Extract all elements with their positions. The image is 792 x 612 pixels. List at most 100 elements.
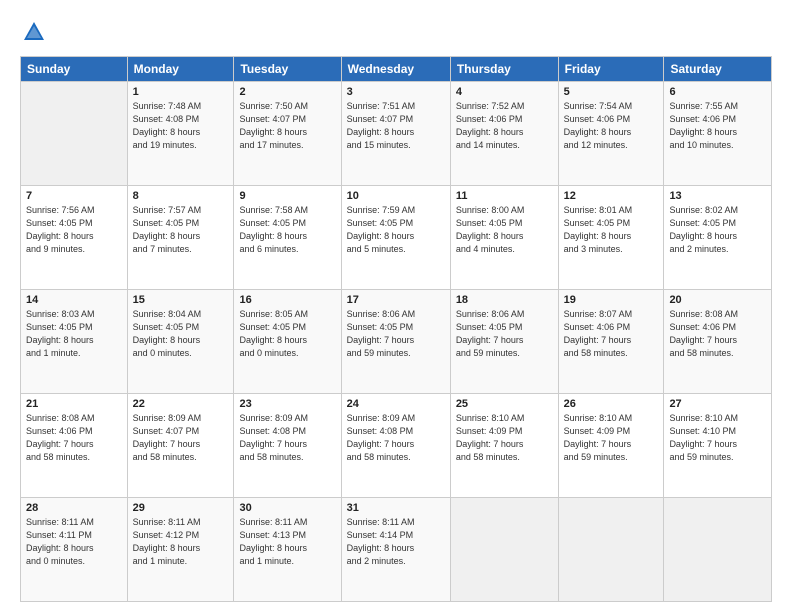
day-info: Sunrise: 7:51 AM Sunset: 4:07 PM Dayligh… <box>347 100 445 152</box>
day-info: Sunrise: 7:54 AM Sunset: 4:06 PM Dayligh… <box>564 100 659 152</box>
calendar-cell: 28Sunrise: 8:11 AM Sunset: 4:11 PM Dayli… <box>21 498 128 602</box>
col-header-sunday: Sunday <box>21 57 128 82</box>
calendar-table: SundayMondayTuesdayWednesdayThursdayFrid… <box>20 56 772 602</box>
calendar-cell <box>450 498 558 602</box>
day-info: Sunrise: 8:08 AM Sunset: 4:06 PM Dayligh… <box>26 412 122 464</box>
day-number: 6 <box>669 86 766 98</box>
day-number: 25 <box>456 398 553 410</box>
col-header-wednesday: Wednesday <box>341 57 450 82</box>
calendar-cell: 15 Sunrise: 8:04 AM Sunset: 4:05 PM Dayli… <box>127 290 234 394</box>
day-info: Sunrise: 8:09 AM Sunset: 4:07 PM Dayligh… <box>133 412 229 464</box>
calendar-cell: 21 Sunrise: 8:08 AM Sunset: 4:06 PM Dayli… <box>21 394 128 498</box>
calendar-cell: 14 Sunrise: 8:03 AM Sunset: 4:05 PM Dayli… <box>21 290 128 394</box>
calendar-cell: 27 Sunrise: 8:10 AM Sunset: 4:10 PM Dayli… <box>664 394 772 498</box>
day-number: 4 <box>456 86 553 98</box>
day-number: 12 <box>564 190 659 202</box>
day-info: Sunrise: 7:50 AM Sunset: 4:07 PM Dayligh… <box>239 100 335 152</box>
day-number: 23 <box>239 398 335 410</box>
calendar-header-row: SundayMondayTuesdayWednesdayThursdayFrid… <box>21 57 772 82</box>
calendar-cell: 4 Sunrise: 7:52 AM Sunset: 4:06 PM Daylig… <box>450 82 558 186</box>
calendar-cell: 2 Sunrise: 7:50 AM Sunset: 4:07 PM Daylig… <box>234 82 341 186</box>
day-info: Sunrise: 7:57 AM Sunset: 4:05 PM Dayligh… <box>133 204 229 256</box>
day-info: Sunrise: 8:08 AM Sunset: 4:06 PM Dayligh… <box>669 308 766 360</box>
calendar-cell: 9Sunrise: 7:58 AM Sunset: 4:05 PM Daylig… <box>234 186 341 290</box>
logo-icon <box>20 18 48 46</box>
calendar-week-1: 1 Sunrise: 7:48 AM Sunset: 4:08 PM Daylig… <box>21 82 772 186</box>
day-number: 21 <box>26 398 122 410</box>
calendar-cell: 5 Sunrise: 7:54 AM Sunset: 4:06 PM Daylig… <box>558 82 664 186</box>
calendar-cell: 17 Sunrise: 8:06 AM Sunset: 4:05 PM Dayli… <box>341 290 450 394</box>
calendar-week-3: 14 Sunrise: 8:03 AM Sunset: 4:05 PM Dayli… <box>21 290 772 394</box>
calendar-cell: 22 Sunrise: 8:09 AM Sunset: 4:07 PM Dayli… <box>127 394 234 498</box>
calendar-cell: 25 Sunrise: 8:10 AM Sunset: 4:09 PM Dayli… <box>450 394 558 498</box>
day-info: Sunrise: 7:59 AM Sunset: 4:05 PM Dayligh… <box>347 204 445 256</box>
day-number: 17 <box>347 294 445 306</box>
col-header-tuesday: Tuesday <box>234 57 341 82</box>
day-number: 1 <box>133 86 229 98</box>
calendar-week-2: 7Sunrise: 7:56 AM Sunset: 4:05 PM Daylig… <box>21 186 772 290</box>
day-info: Sunrise: 8:09 AM Sunset: 4:08 PM Dayligh… <box>239 412 335 464</box>
day-number: 30 <box>239 502 335 514</box>
day-info: Sunrise: 7:55 AM Sunset: 4:06 PM Dayligh… <box>669 100 766 152</box>
day-info: Sunrise: 8:09 AM Sunset: 4:08 PM Dayligh… <box>347 412 445 464</box>
calendar-cell <box>558 498 664 602</box>
day-number: 20 <box>669 294 766 306</box>
calendar-week-5: 28Sunrise: 8:11 AM Sunset: 4:11 PM Dayli… <box>21 498 772 602</box>
day-info: Sunrise: 8:10 AM Sunset: 4:10 PM Dayligh… <box>669 412 766 464</box>
col-header-friday: Friday <box>558 57 664 82</box>
calendar-cell <box>664 498 772 602</box>
logo <box>20 18 52 46</box>
day-number: 29 <box>133 502 229 514</box>
calendar-cell: 11Sunrise: 8:00 AM Sunset: 4:05 PM Dayli… <box>450 186 558 290</box>
calendar-cell: 7Sunrise: 7:56 AM Sunset: 4:05 PM Daylig… <box>21 186 128 290</box>
day-number: 13 <box>669 190 766 202</box>
day-number: 26 <box>564 398 659 410</box>
calendar-cell: 10 Sunrise: 7:59 AM Sunset: 4:05 PM Dayli… <box>341 186 450 290</box>
day-number: 5 <box>564 86 659 98</box>
day-number: 31 <box>347 502 445 514</box>
calendar-cell: 8Sunrise: 7:57 AM Sunset: 4:05 PM Daylig… <box>127 186 234 290</box>
calendar-cell: 24 Sunrise: 8:09 AM Sunset: 4:08 PM Dayli… <box>341 394 450 498</box>
calendar-cell: 13 Sunrise: 8:02 AM Sunset: 4:05 PM Dayli… <box>664 186 772 290</box>
day-info: Sunrise: 8:03 AM Sunset: 4:05 PM Dayligh… <box>26 308 122 360</box>
col-header-thursday: Thursday <box>450 57 558 82</box>
day-info: Sunrise: 8:05 AM Sunset: 4:05 PM Dayligh… <box>239 308 335 360</box>
day-info: Sunrise: 7:58 AM Sunset: 4:05 PM Dayligh… <box>239 204 335 256</box>
day-info: Sunrise: 8:07 AM Sunset: 4:06 PM Dayligh… <box>564 308 659 360</box>
day-info: Sunrise: 8:06 AM Sunset: 4:05 PM Dayligh… <box>347 308 445 360</box>
day-info: Sunrise: 8:02 AM Sunset: 4:05 PM Dayligh… <box>669 204 766 256</box>
day-number: 10 <box>347 190 445 202</box>
calendar-week-4: 21 Sunrise: 8:08 AM Sunset: 4:06 PM Dayli… <box>21 394 772 498</box>
day-info: Sunrise: 7:48 AM Sunset: 4:08 PM Dayligh… <box>133 100 229 152</box>
day-info: Sunrise: 8:11 AM Sunset: 4:14 PM Dayligh… <box>347 516 445 568</box>
calendar-cell <box>21 82 128 186</box>
calendar-cell: 26Sunrise: 8:10 AM Sunset: 4:09 PM Dayli… <box>558 394 664 498</box>
calendar-cell: 20 Sunrise: 8:08 AM Sunset: 4:06 PM Dayli… <box>664 290 772 394</box>
day-number: 15 <box>133 294 229 306</box>
calendar-cell: 3 Sunrise: 7:51 AM Sunset: 4:07 PM Daylig… <box>341 82 450 186</box>
calendar-cell: 16Sunrise: 8:05 AM Sunset: 4:05 PM Dayli… <box>234 290 341 394</box>
header <box>20 18 772 46</box>
day-info: Sunrise: 7:52 AM Sunset: 4:06 PM Dayligh… <box>456 100 553 152</box>
col-header-monday: Monday <box>127 57 234 82</box>
calendar-cell: 23 Sunrise: 8:09 AM Sunset: 4:08 PM Dayli… <box>234 394 341 498</box>
day-number: 2 <box>239 86 335 98</box>
calendar-cell: 6 Sunrise: 7:55 AM Sunset: 4:06 PM Daylig… <box>664 82 772 186</box>
day-number: 22 <box>133 398 229 410</box>
calendar-cell: 31 Sunrise: 8:11 AM Sunset: 4:14 PM Dayli… <box>341 498 450 602</box>
day-number: 3 <box>347 86 445 98</box>
day-info: Sunrise: 8:11 AM Sunset: 4:12 PM Dayligh… <box>133 516 229 568</box>
day-info: Sunrise: 8:04 AM Sunset: 4:05 PM Dayligh… <box>133 308 229 360</box>
day-info: Sunrise: 8:00 AM Sunset: 4:05 PM Dayligh… <box>456 204 553 256</box>
day-info: Sunrise: 8:01 AM Sunset: 4:05 PM Dayligh… <box>564 204 659 256</box>
day-info: Sunrise: 8:11 AM Sunset: 4:13 PM Dayligh… <box>239 516 335 568</box>
day-number: 14 <box>26 294 122 306</box>
day-info: Sunrise: 8:10 AM Sunset: 4:09 PM Dayligh… <box>456 412 553 464</box>
calendar-cell: 19Sunrise: 8:07 AM Sunset: 4:06 PM Dayli… <box>558 290 664 394</box>
calendar-cell: 18Sunrise: 8:06 AM Sunset: 4:05 PM Dayli… <box>450 290 558 394</box>
day-number: 27 <box>669 398 766 410</box>
page: SundayMondayTuesdayWednesdayThursdayFrid… <box>0 0 792 612</box>
day-number: 24 <box>347 398 445 410</box>
calendar-cell: 29 Sunrise: 8:11 AM Sunset: 4:12 PM Dayli… <box>127 498 234 602</box>
day-info: Sunrise: 8:11 AM Sunset: 4:11 PM Dayligh… <box>26 516 122 568</box>
